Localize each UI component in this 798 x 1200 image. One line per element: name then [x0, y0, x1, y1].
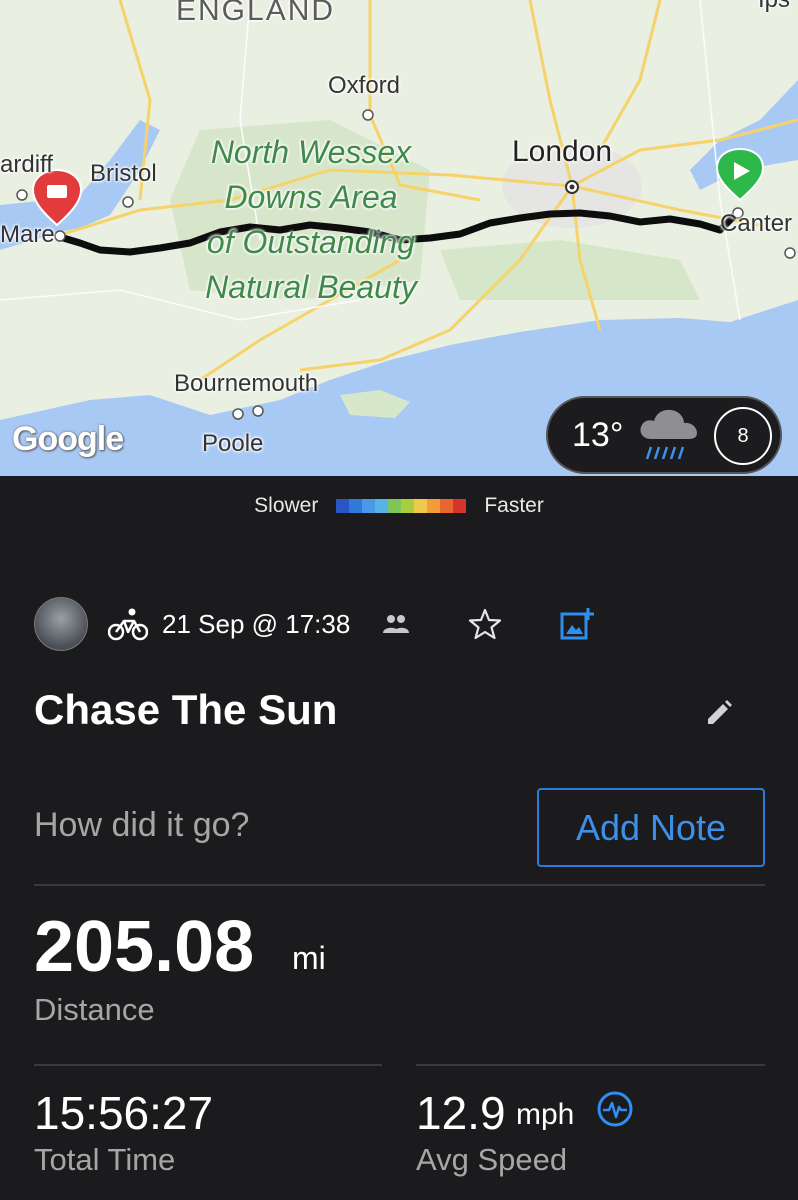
rain-cloud-icon — [640, 409, 698, 460]
avg-speed-label: Avg Speed — [416, 1142, 568, 1177]
legend-swatch — [414, 499, 428, 513]
map-label-bournemouth: Bournemouth — [174, 370, 319, 397]
legend-swatch — [336, 499, 350, 513]
legend-faster: Faster — [484, 494, 544, 517]
oxford-dot — [362, 109, 374, 121]
total-time-label: Total Time — [34, 1142, 176, 1177]
legend-swatch — [349, 499, 363, 513]
wind-speed: 8 — [737, 424, 749, 447]
map-label-north-wessex: North Wessex Downs Area of Outstanding N… — [205, 134, 417, 305]
how-did-it-go-prompt[interactable]: How did it go? — [34, 806, 249, 845]
legend-gradient — [336, 499, 467, 513]
avg-speed-value: 12.9 — [416, 1087, 506, 1139]
map-label-weston: Mare — [0, 221, 55, 248]
heart-rate-icon[interactable] — [596, 1090, 634, 1128]
activity-title: Chase The Sun — [34, 686, 338, 733]
divider — [416, 1064, 765, 1066]
downs-area — [440, 240, 700, 300]
legend-swatch — [440, 499, 454, 513]
legend-swatch — [401, 499, 415, 513]
add-note-button[interactable]: Add Note — [537, 788, 765, 867]
activity-meta-row: 21 Sep @ 17:38 — [34, 596, 764, 652]
distance-unit: mi — [292, 940, 326, 976]
divider — [34, 1064, 382, 1066]
legend-slower: Slower — [254, 494, 319, 517]
legend-swatch — [362, 499, 376, 513]
temperature: 13° — [572, 415, 624, 454]
legend-swatch — [453, 499, 467, 513]
activity-date: 21 Sep @ 17:38 — [162, 608, 351, 639]
map-label-bristol: Bristol — [90, 160, 157, 187]
avg-speed-unit: mph — [516, 1098, 575, 1131]
map-label-london: London — [512, 135, 613, 168]
legend-swatch — [375, 499, 389, 513]
distance-label: Distance — [34, 992, 155, 1027]
divider — [34, 884, 765, 886]
cardiff-dot — [16, 189, 28, 201]
green-start-flag-icon[interactable] — [715, 147, 765, 202]
total-time-value: 15:56:27 — [34, 1087, 214, 1139]
speed-legend: Slower Faster — [0, 494, 798, 518]
map-label-england: ENGLAND — [176, 0, 336, 27]
google-logo: Google — [12, 420, 124, 458]
star-icon[interactable] — [468, 608, 502, 640]
add-photo-icon[interactable] — [560, 607, 595, 641]
bournemouth-dot — [232, 408, 244, 420]
bristol-dot — [122, 196, 134, 208]
bicycle-icon — [108, 608, 148, 641]
weston-dot — [54, 230, 66, 242]
avatar[interactable] — [34, 597, 88, 651]
map-label-cardiff: ardiff — [0, 151, 53, 178]
edit-pencil-icon[interactable] — [704, 698, 734, 728]
distance-value: 205.08 — [34, 907, 255, 987]
legend-swatch — [388, 499, 402, 513]
wind-indicator: 8 — [714, 407, 772, 465]
map-label-poole: Poole — [202, 430, 264, 457]
people-icon[interactable] — [382, 613, 410, 635]
legend-swatch — [427, 499, 441, 513]
map-label-canterbury: Canter — [720, 210, 793, 237]
route-map[interactable]: ENGLAND Oxford London ardiff Bristol Mar… — [0, 0, 798, 476]
map-label-ipswich: Ips — [758, 0, 790, 14]
weather-pill[interactable]: 13° 8 — [546, 396, 782, 474]
map-label-oxford: Oxford — [328, 72, 401, 99]
